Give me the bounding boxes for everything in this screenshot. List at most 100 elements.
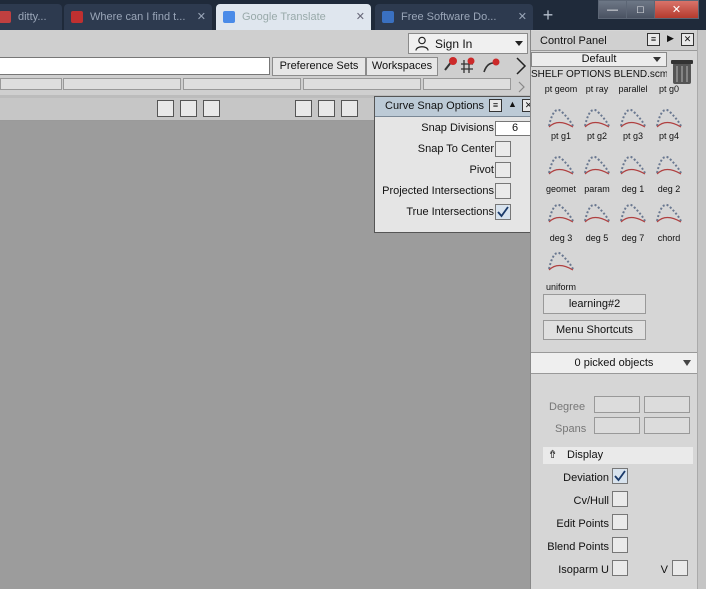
pivot-label: Pivot	[469, 164, 494, 176]
shelf-item-label[interactable]: geomet	[543, 184, 579, 194]
display-row-checkbox[interactable]	[612, 514, 628, 530]
close-icon[interactable]: ✕	[681, 33, 694, 46]
display-row-checkbox[interactable]	[612, 468, 628, 484]
chevron-up-icon[interactable]: ▲	[506, 99, 519, 112]
pt-g4-icon[interactable]	[654, 100, 684, 130]
tumble-icon[interactable]	[295, 100, 312, 117]
camera-icon[interactable]	[157, 100, 174, 117]
deg5-icon[interactable]	[582, 195, 612, 225]
checkmark-icon	[497, 206, 509, 218]
degree-v-field[interactable]	[644, 396, 690, 413]
grid-snap-icon	[461, 57, 475, 73]
shelf-item-label[interactable]: deg 1	[615, 184, 651, 194]
workspaces-button[interactable]: Workspaces	[366, 57, 438, 76]
chevron-right-icon	[516, 57, 527, 75]
tab-learning2[interactable]: learning#2	[543, 294, 646, 314]
dolly-icon[interactable]	[318, 100, 335, 117]
pt-g1-icon[interactable]	[546, 100, 576, 130]
deg3-icon[interactable]	[546, 195, 576, 225]
control-panel-scrollbar[interactable]	[697, 30, 706, 589]
close-icon[interactable]: ✕	[356, 4, 365, 30]
shelf-item-label[interactable]: pt geom	[543, 84, 579, 94]
deg2-icon[interactable]	[654, 147, 684, 177]
param-icon[interactable]	[582, 147, 612, 177]
pt-g2-icon[interactable]	[582, 100, 612, 130]
isoparm-v-checkbox[interactable]	[672, 560, 688, 576]
display-row-checkbox[interactable]	[612, 537, 628, 553]
browser-tab-label: Free Software Do...	[401, 11, 497, 23]
browser-tab-label: Google Translate	[242, 11, 326, 23]
degree-u-field[interactable]	[594, 396, 640, 413]
shelf-item-label[interactable]: pt ray	[579, 84, 615, 94]
menu-icon[interactable]: ≡	[489, 99, 502, 112]
shelf-item-label[interactable]: chord	[651, 233, 687, 243]
display-section-header[interactable]: ⇮ Display	[543, 447, 693, 464]
shelf-set-value: Default	[581, 53, 617, 65]
picked-objects-select[interactable]: 0 picked objects	[531, 352, 697, 374]
spans-v-field[interactable]	[644, 417, 690, 434]
magnet-snap-icon	[444, 57, 457, 71]
snap-divisions-label: Snap Divisions	[421, 122, 494, 134]
favicon-icon	[71, 11, 83, 23]
palette-row	[0, 78, 530, 91]
shelf-item-label[interactable]: uniform	[543, 282, 579, 292]
panel-title: Curve Snap Options	[385, 100, 485, 112]
shelf-item-label[interactable]: pt g3	[615, 131, 651, 141]
tab-menu-shortcuts[interactable]: Menu Shortcuts	[543, 320, 646, 340]
palette-cell[interactable]	[183, 78, 301, 90]
shelf-item-label[interactable]: deg 3	[543, 233, 579, 243]
palette-cell[interactable]	[0, 78, 62, 90]
shelf-set-select[interactable]: Default	[531, 52, 667, 67]
shelf-item-label[interactable]: deg 2	[651, 184, 687, 194]
minimize-button[interactable]: —	[598, 0, 627, 19]
new-tab-button[interactable]: +	[538, 6, 558, 26]
menu-icon[interactable]: ≡	[647, 33, 660, 46]
palette-cell[interactable]	[63, 78, 181, 90]
deg1-icon[interactable]	[618, 147, 648, 177]
palette-cell[interactable]	[423, 78, 511, 90]
snap-tools-icons[interactable]	[440, 56, 506, 76]
preference-sets-button[interactable]: Preference Sets	[272, 57, 366, 76]
shelf-item-label[interactable]: pt g4	[651, 131, 687, 141]
deg7-icon[interactable]	[618, 195, 648, 225]
browser-tab-3[interactable]: Free Software Do... ✕	[375, 4, 533, 30]
record-icon[interactable]	[180, 100, 197, 117]
chord-icon[interactable]	[654, 195, 684, 225]
move-icon[interactable]	[341, 100, 358, 117]
projected-intersections-checkbox[interactable]	[495, 183, 511, 199]
snap-divisions-input[interactable]: 6	[495, 121, 535, 136]
spans-u-field[interactable]	[594, 417, 640, 434]
shelf-item-label[interactable]: pt g1	[543, 131, 579, 141]
browser-tab-2[interactable]: Google Translate ✕	[216, 4, 371, 30]
shelf-item-label[interactable]: deg 7	[615, 233, 651, 243]
command-input[interactable]	[0, 57, 270, 75]
palette-cell[interactable]	[303, 78, 421, 90]
uniform-icon[interactable]	[546, 243, 576, 273]
pivot-checkbox[interactable]	[495, 162, 511, 178]
maximize-button[interactable]: □	[626, 0, 655, 19]
true-intersections-checkbox[interactable]	[495, 204, 511, 220]
shelf-item-label[interactable]: deg 5	[579, 233, 615, 243]
pt-g3-icon[interactable]	[618, 100, 648, 130]
shelf-item-label[interactable]: param	[579, 184, 615, 194]
close-window-button[interactable]: ✕	[654, 0, 699, 19]
shelf-item-label[interactable]: parallel	[615, 84, 651, 94]
chevron-down-icon[interactable]	[515, 41, 523, 46]
browser-tab-label: ditty...	[18, 11, 47, 23]
close-icon[interactable]: ✕	[518, 4, 527, 30]
display-row-checkbox[interactable]	[612, 491, 628, 507]
snap-to-center-checkbox[interactable]	[495, 141, 511, 157]
chevron-right-icon[interactable]: ▶	[664, 33, 677, 46]
spans-label: Spans	[555, 423, 587, 435]
shelf-item-label[interactable]: pt g2	[579, 131, 615, 141]
close-icon[interactable]: ✕	[197, 4, 206, 30]
collapse-icon[interactable]: ⇮	[548, 448, 557, 461]
shelf-item-label[interactable]: pt g0	[651, 84, 687, 94]
zoom-icon[interactable]	[203, 100, 220, 117]
browser-tab-1[interactable]: Where can I find t... ✕	[64, 4, 212, 30]
trash-icon[interactable]	[670, 57, 694, 85]
curve-snap-icon	[483, 58, 500, 73]
geomet-icon[interactable]	[546, 147, 576, 177]
browser-tab-0[interactable]: ditty...	[0, 4, 62, 30]
sign-in-button[interactable]: Sign In	[408, 33, 528, 54]
